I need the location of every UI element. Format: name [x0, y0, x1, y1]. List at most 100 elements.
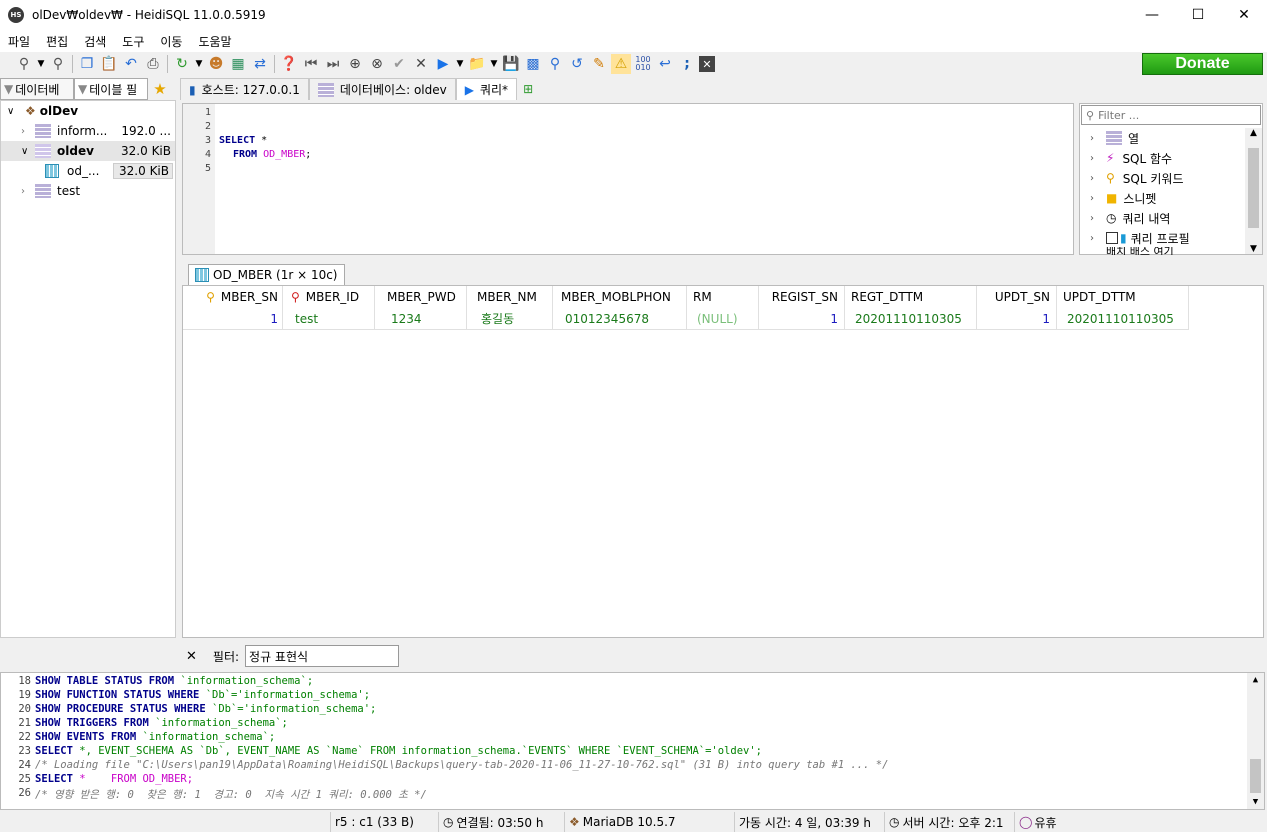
tree-item[interactable]: › inform... 192.0 ...: [1, 121, 175, 141]
sql-log[interactable]: 18 SHOW TABLE STATUS FROM `information_sc…: [0, 672, 1265, 810]
semicolon-icon[interactable]: ;: [677, 54, 697, 74]
column-header[interactable]: MBER_MOBLPHON: [553, 286, 687, 308]
tab-database-filter[interactable]: ▼ 데이터베: [0, 78, 74, 100]
save-as-icon[interactable]: ▩: [523, 54, 543, 74]
tree-item[interactable]: od_... 32.0 KiB: [1, 161, 175, 181]
helper-item-batch[interactable]: 배치 배스 여기: [1090, 247, 1174, 255]
primary-key-icon: ⚲: [206, 290, 215, 304]
delete-record-icon[interactable]: ⊗: [367, 54, 387, 74]
helper-item-columns[interactable]: › 열: [1090, 128, 1139, 148]
dropdown-arrow-icon[interactable]: ▼: [489, 54, 499, 74]
close-filter-icon[interactable]: ✕: [186, 649, 197, 664]
disconnect-icon[interactable]: ⚲: [48, 54, 68, 74]
grid-cell[interactable]: 1: [977, 308, 1057, 330]
open-folder-icon[interactable]: 📁: [467, 54, 487, 74]
connect-icon[interactable]: ⚲: [14, 54, 34, 74]
donate-button[interactable]: Donate: [1142, 53, 1263, 75]
grid-cell[interactable]: (NULL): [687, 308, 759, 330]
tree-item-selected[interactable]: ∨ oldev 32.0 KiB: [1, 141, 175, 161]
tab-query[interactable]: ▶ 쿼리*: [455, 78, 518, 100]
helper-scrollbar[interactable]: ▲ ▼: [1245, 128, 1262, 254]
menu-help[interactable]: 도움말: [190, 33, 239, 50]
column-header[interactable]: MBER_PWD: [375, 286, 467, 308]
tab-table-filter[interactable]: ▼ 테이블 필: [74, 78, 148, 100]
dropdown-arrow-icon[interactable]: ▼: [36, 54, 46, 74]
dropdown-arrow-icon[interactable]: ▼: [194, 54, 204, 74]
export-icon[interactable]: ▦: [228, 54, 248, 74]
paste-icon[interactable]: 📋: [99, 54, 119, 74]
wrap-icon[interactable]: ↩: [655, 54, 675, 74]
helper-item-functions[interactable]: › ⚡ SQL 함수: [1090, 148, 1172, 168]
column-header[interactable]: ⚲ MBER_ID: [283, 286, 375, 308]
warning-icon[interactable]: ⚠: [611, 54, 631, 74]
filter-icon: ▼: [78, 82, 88, 96]
format-sql-icon[interactable]: ✎: [589, 54, 609, 74]
sql-editor[interactable]: 1 2 3 4 5 SELECT * FROM OD_MBER;: [182, 103, 1074, 255]
menu-edit[interactable]: 편집: [38, 33, 76, 50]
grid-cell[interactable]: 20201110110305: [1057, 308, 1189, 330]
chevron-down-icon[interactable]: ∨: [21, 146, 35, 157]
menu-tools[interactable]: 도구: [114, 33, 152, 50]
help-icon[interactable]: ❓: [279, 54, 299, 74]
user-manager-icon[interactable]: ☻: [206, 54, 226, 74]
helper-item-profile[interactable]: › ▮ 쿼리 프로필: [1090, 228, 1190, 248]
undo-icon[interactable]: ↶: [121, 54, 141, 74]
grid-cell[interactable]: 20201110110305: [845, 308, 977, 330]
filter-regex-input[interactable]: 정규 표현식: [245, 645, 400, 667]
new-query-tab-icon[interactable]: ⊞: [517, 78, 539, 100]
grid-cell[interactable]: test: [283, 308, 375, 330]
tree-root[interactable]: ∨ ❖ olDev: [1, 101, 175, 121]
grid-cell[interactable]: 홍길동: [467, 308, 553, 330]
column-header[interactable]: REGIST_SN: [759, 286, 845, 308]
column-header[interactable]: ⚲ MBER_SN: [183, 286, 283, 308]
close-window-button[interactable]: ✕: [1221, 0, 1267, 30]
chevron-right-icon[interactable]: ›: [21, 126, 35, 137]
save-icon[interactable]: 💾: [501, 54, 521, 74]
chevron-right-icon[interactable]: ›: [21, 186, 35, 197]
replace-icon[interactable]: ↺: [567, 54, 587, 74]
helper-filter-input[interactable]: ⚲ Filter ...: [1081, 105, 1261, 125]
chevron-down-icon[interactable]: ∨: [7, 106, 21, 117]
column-header[interactable]: REGT_DTTM: [845, 286, 977, 308]
column-header[interactable]: MBER_NM: [467, 286, 553, 308]
result-tab[interactable]: OD_MBER (1r × 10c): [188, 264, 345, 285]
menu-search[interactable]: 검색: [76, 33, 114, 50]
log-scrollbar[interactable]: ▲ ▼: [1247, 673, 1264, 809]
grid-cell[interactable]: 1: [759, 308, 845, 330]
cancel-icon[interactable]: ✕: [411, 54, 431, 74]
clock-icon: ◷: [1106, 211, 1117, 225]
tab-database[interactable]: 데이터베이스: oldev: [308, 78, 456, 100]
run-query-icon[interactable]: ▶: [433, 54, 453, 74]
idle-circle-icon: ◯: [1019, 815, 1033, 829]
grid-cell[interactable]: 1: [183, 308, 283, 330]
last-record-icon[interactable]: ⏭: [323, 54, 343, 74]
code-line: FROM OD_MBER;: [233, 149, 312, 160]
binary-icon[interactable]: 100 010: [633, 54, 653, 74]
grid-cell[interactable]: 01012345678: [553, 308, 687, 330]
grid-cell[interactable]: 1234: [375, 308, 467, 330]
tree-item[interactable]: › test: [1, 181, 175, 201]
menu-file[interactable]: 파일: [0, 33, 38, 50]
menu-go[interactable]: 이동: [152, 33, 190, 50]
add-record-icon[interactable]: ⊕: [345, 54, 365, 74]
close-tab-icon[interactable]: ✕: [699, 56, 715, 72]
minimize-button[interactable]: —: [1129, 0, 1175, 30]
column-header[interactable]: UPDT_DTTM: [1057, 286, 1189, 308]
checkbox[interactable]: [1106, 232, 1118, 244]
print-icon[interactable]: ⎙: [143, 54, 163, 74]
helper-item-snippets[interactable]: › ■ 스니펫: [1090, 188, 1156, 208]
dropdown-arrow-icon[interactable]: ▼: [455, 54, 465, 74]
helper-item-history[interactable]: › ◷ 쿼리 내역: [1090, 208, 1170, 228]
column-header[interactable]: RM: [687, 286, 759, 308]
post-record-icon[interactable]: ✔: [389, 54, 409, 74]
refresh-icon[interactable]: ↻: [172, 54, 192, 74]
tab-host[interactable]: ▮ 호스트: 127.0.0.1: [180, 78, 309, 100]
first-record-icon[interactable]: ⏮: [301, 54, 321, 74]
find-icon[interactable]: ⚲: [545, 54, 565, 74]
helper-item-keywords[interactable]: › ⚲ SQL 키워드: [1090, 168, 1183, 188]
copy-icon[interactable]: ❐: [77, 54, 97, 74]
maximize-button[interactable]: ☐: [1175, 0, 1221, 30]
transfer-icon[interactable]: ⇄: [250, 54, 270, 74]
column-header[interactable]: UPDT_SN: [977, 286, 1057, 308]
favorites-star-icon[interactable]: ★: [148, 78, 172, 100]
